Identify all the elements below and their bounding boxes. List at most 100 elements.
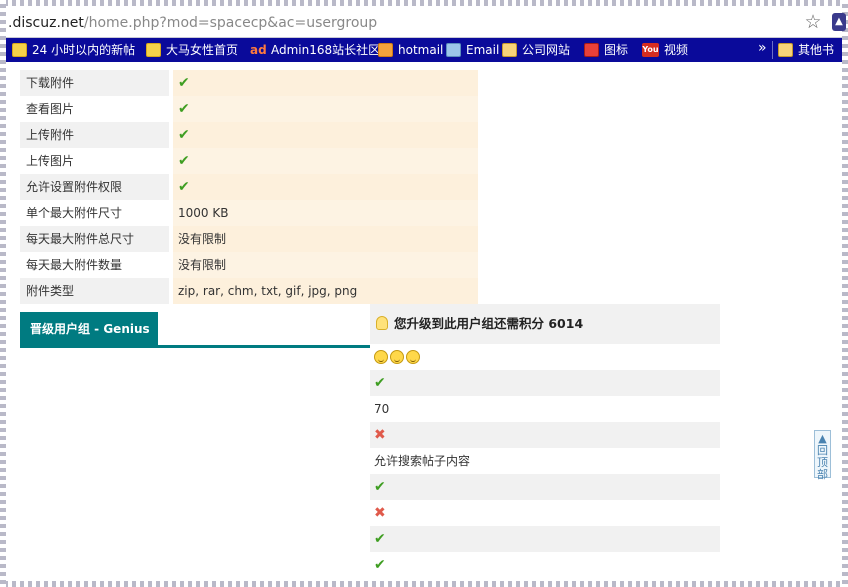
favorite-icon <box>146 43 161 57</box>
smiley-icon <box>406 350 420 364</box>
permission-value: ✔ <box>173 96 478 122</box>
list-item: 允许搜索帖子内容 <box>370 448 720 474</box>
smiley-icon <box>390 350 404 364</box>
url-path: /home.php?mod=spacecp&ac=usergroup <box>83 15 378 31</box>
torn-edge-top <box>0 0 848 6</box>
lightbulb-icon <box>376 316 388 330</box>
bookmark-label: 视频 <box>664 43 689 57</box>
table-row: 单个最大附件尺寸 1000 KB <box>20 200 478 226</box>
permission-label: 附件类型 <box>20 278 169 304</box>
permission-label: 每天最大附件数量 <box>26 258 123 272</box>
back-to-top-button[interactable]: ▲ 回顶部 <box>814 430 831 481</box>
upgrade-value-text: 70 <box>374 402 390 416</box>
permission-value: 没有限制 <box>173 226 478 252</box>
permission-value: 1000 KB <box>173 200 478 226</box>
list-item <box>370 344 720 370</box>
list-item: ✔ <box>370 474 720 500</box>
upgrade-heading-text: 您升级到此用户组还需积分 6014 <box>394 316 584 331</box>
permission-value: ✔ <box>173 174 478 200</box>
table-row: 附件类型 zip, rar, chm, txt, gif, jpg, png <box>20 278 478 304</box>
tab-underline <box>20 345 370 348</box>
mail-icon <box>378 43 393 57</box>
address-bar: .discuz.net/home.php?mod=spacecp&ac=user… <box>6 8 846 38</box>
bookmark-item[interactable]: 其他书 <box>778 41 834 59</box>
table-row: 下载附件 ✔ <box>20 70 478 96</box>
screenshot-frame: .discuz.net/home.php?mod=spacecp&ac=user… <box>0 0 848 587</box>
bookmark-item[interactable]: You 视频 <box>642 41 688 59</box>
permission-label: 上传附件 <box>20 122 169 148</box>
check-icon: ✔ <box>374 557 386 573</box>
youtube-icon: You <box>642 43 659 57</box>
bookmarks-overflow-button[interactable]: » <box>758 40 767 56</box>
tab-genius-group[interactable]: 晋级用户组 - Genius <box>20 312 158 346</box>
url-input[interactable]: .discuz.net/home.php?mod=spacecp&ac=user… <box>8 12 788 34</box>
bookmark-item[interactable]: 24 小时以内的新帖 <box>12 41 135 59</box>
smiley-icon <box>374 350 388 364</box>
table-row: 上传图片 ✔ <box>20 148 478 174</box>
permission-value: 没有限制 <box>173 252 478 278</box>
cross-icon: ✖ <box>374 427 386 443</box>
torn-edge-right <box>842 0 848 587</box>
check-icon: ✔ <box>374 375 386 391</box>
list-item: 70 <box>370 396 720 422</box>
extension-icon[interactable]: ▲ <box>832 13 846 31</box>
torn-edge-left <box>0 0 6 587</box>
url-host: discuz.net <box>12 15 84 31</box>
bookmark-item[interactable]: ad Admin168站长社区 <box>250 41 380 59</box>
bookmark-item[interactable]: 图标 <box>584 41 628 59</box>
bookmarks-bar: 24 小时以内的新帖 大马女性首页 ad Admin168站长社区 hotmail Ema… <box>6 38 842 62</box>
table-row: 每天最大附件总尺寸 没有限制 <box>20 226 478 252</box>
permission-label: 查看图片 <box>26 102 75 116</box>
bookmark-item[interactable]: 公司网站 <box>502 41 570 59</box>
folder-icon <box>502 43 517 57</box>
back-to-top-label: 回顶部 <box>817 444 828 481</box>
site-logo-icon: ad <box>250 43 267 57</box>
permission-label: 每天最大附件总尺寸 <box>20 226 169 252</box>
list-item: ✖ <box>370 500 720 526</box>
list-item: ✔ <box>370 370 720 396</box>
check-icon: ✔ <box>178 101 190 117</box>
check-icon: ✔ <box>374 531 386 547</box>
table-row: 每天最大附件数量 没有限制 <box>20 252 478 278</box>
email-icon <box>446 43 461 57</box>
bookmark-item[interactable]: Email <box>446 41 499 59</box>
bookmark-label: Admin168站长社区 <box>271 43 381 57</box>
table-row: 查看图片 ✔ <box>20 96 478 122</box>
folder-icon <box>778 43 793 57</box>
bookmark-label: Email <box>466 43 500 57</box>
permission-value: ✔ <box>173 122 478 148</box>
group-tab-bar: 晋级用户组 - Genius <box>20 312 370 348</box>
favorite-icon <box>12 43 27 57</box>
bookmark-item[interactable]: hotmail <box>378 41 443 59</box>
table-row: 允许设置附件权限 ✔ <box>20 174 478 200</box>
bookmark-label: 图标 <box>604 43 629 57</box>
bookmark-label: 大马女性首页 <box>166 43 239 57</box>
bookmark-label: 24 小时以内的新帖 <box>32 43 136 57</box>
check-icon: ✔ <box>178 153 190 169</box>
check-icon: ✔ <box>178 127 190 143</box>
permission-value: ✔ <box>173 70 478 96</box>
bookmark-star-icon[interactable]: ☆ <box>802 11 824 33</box>
list-item: ✔ <box>370 552 720 578</box>
permission-label: 单个最大附件尺寸 <box>26 206 123 220</box>
chart-icon <box>584 43 599 57</box>
cross-icon: ✖ <box>374 505 386 521</box>
table-row: 上传附件 ✔ <box>20 122 478 148</box>
bookmarks-separator <box>772 41 773 59</box>
permission-label: 下载附件 <box>20 70 169 96</box>
permission-label: 上传图片 <box>26 154 75 168</box>
bookmark-label: hotmail <box>398 43 444 57</box>
check-icon: ✔ <box>178 75 190 91</box>
torn-edge-bottom <box>0 581 848 587</box>
bookmark-label: 公司网站 <box>522 43 571 57</box>
list-item: ✔ <box>370 526 720 552</box>
permission-label: 允许设置附件权限 <box>20 174 169 200</box>
list-item: ✖ <box>370 422 720 448</box>
check-icon: ✔ <box>178 179 190 195</box>
permission-value: ✔ <box>173 148 478 174</box>
check-icon: ✔ <box>374 479 386 495</box>
upgrade-heading: 您升级到此用户组还需积分 6014 <box>370 304 720 344</box>
bookmark-label: 其他书 <box>798 43 835 57</box>
upgrade-value-text: 允许搜索帖子内容 <box>374 454 471 468</box>
bookmark-item[interactable]: 大马女性首页 <box>146 41 238 59</box>
